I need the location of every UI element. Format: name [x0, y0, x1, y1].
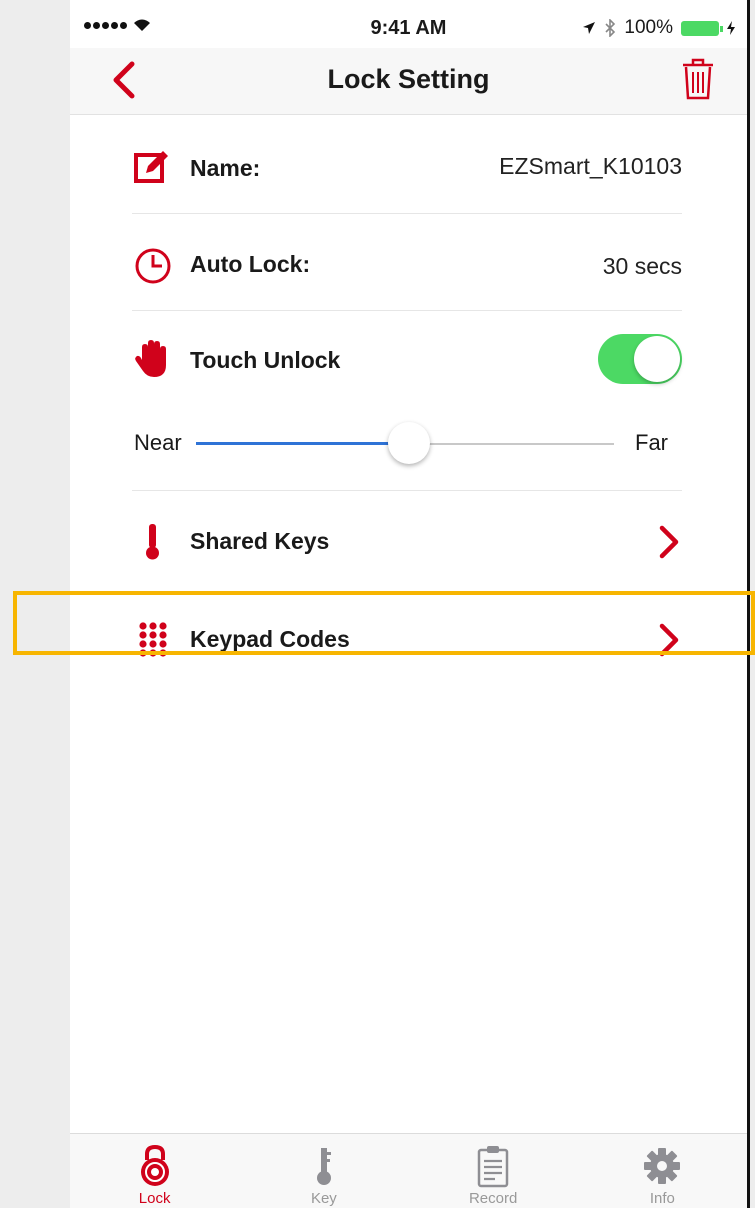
shared-keys-label: Shared Keys — [190, 528, 330, 554]
location-icon — [583, 22, 596, 34]
touch-unlock-label: Touch Unlock — [190, 347, 341, 373]
page-title: Lock Setting — [327, 64, 490, 94]
navigation-bar: Lock Setting — [70, 48, 747, 115]
phone-screen: 9:41 AM 100% Lock Setting Name: EZSmart_… — [70, 0, 747, 1208]
slider-near-label: Near — [134, 430, 182, 455]
divider — [132, 213, 682, 214]
auto-lock-value: 30 secs — [602, 253, 682, 279]
clock-icon — [135, 248, 171, 284]
tab-lock-label: Lock — [138, 1190, 171, 1207]
hand-icon — [135, 340, 166, 377]
bluetooth-icon — [605, 19, 616, 37]
gear-icon — [644, 1148, 681, 1184]
edit-icon — [134, 151, 168, 183]
tab-key[interactable]: Key — [239, 1134, 408, 1208]
touch-unlock-toggle[interactable] — [598, 334, 682, 384]
toggle-knob — [634, 336, 680, 382]
range-slider-thumb[interactable] — [388, 422, 431, 464]
tab-record[interactable]: Record — [409, 1134, 578, 1208]
name-label: Name: — [190, 155, 261, 181]
name-value: EZSmart_K10103 — [499, 153, 682, 179]
tab-lock[interactable]: Lock — [70, 1134, 239, 1208]
chevron-right-icon[interactable] — [656, 620, 682, 660]
auto-lock-label: Auto Lock: — [190, 251, 311, 277]
keypad-icon — [139, 622, 167, 657]
range-slider-row: Near Far — [134, 420, 674, 464]
trash-icon[interactable] — [679, 57, 717, 101]
chevron-right-icon[interactable] — [656, 522, 682, 562]
range-slider-track[interactable] — [196, 422, 614, 464]
battery-icon — [681, 20, 723, 36]
lock-icon — [140, 1144, 169, 1186]
tab-key-label: Key — [310, 1190, 337, 1207]
tab-info[interactable]: Info — [578, 1134, 747, 1208]
battery-percent: 100% — [624, 17, 673, 38]
divider — [132, 310, 682, 311]
charging-icon — [727, 21, 735, 35]
key-icon — [316, 1148, 331, 1185]
name-row[interactable]: Name: EZSmart_K10103 — [132, 145, 682, 189]
tab-info-label: Info — [649, 1190, 675, 1207]
status-bar: 9:41 AM 100% — [70, 8, 747, 48]
status-right: 100% — [582, 17, 735, 39]
auto-lock-row[interactable]: Auto Lock: 30 secs — [132, 244, 682, 288]
tab-bar: Lock Key Record Info — [70, 1133, 747, 1208]
touch-unlock-row: Touch Unlock — [132, 334, 682, 384]
keypad-codes-row[interactable]: Keypad Codes — [132, 618, 682, 662]
thermometer-key-icon — [146, 524, 159, 560]
divider — [132, 490, 682, 491]
shared-keys-row[interactable]: Shared Keys — [132, 520, 682, 564]
range-slider-fill — [196, 442, 410, 445]
device-edge — [747, 0, 750, 1208]
clipboard-icon — [477, 1146, 509, 1188]
slider-far-label: Far — [635, 430, 668, 455]
tab-record-label: Record — [468, 1190, 518, 1207]
keypad-codes-label: Keypad Codes — [190, 626, 350, 652]
